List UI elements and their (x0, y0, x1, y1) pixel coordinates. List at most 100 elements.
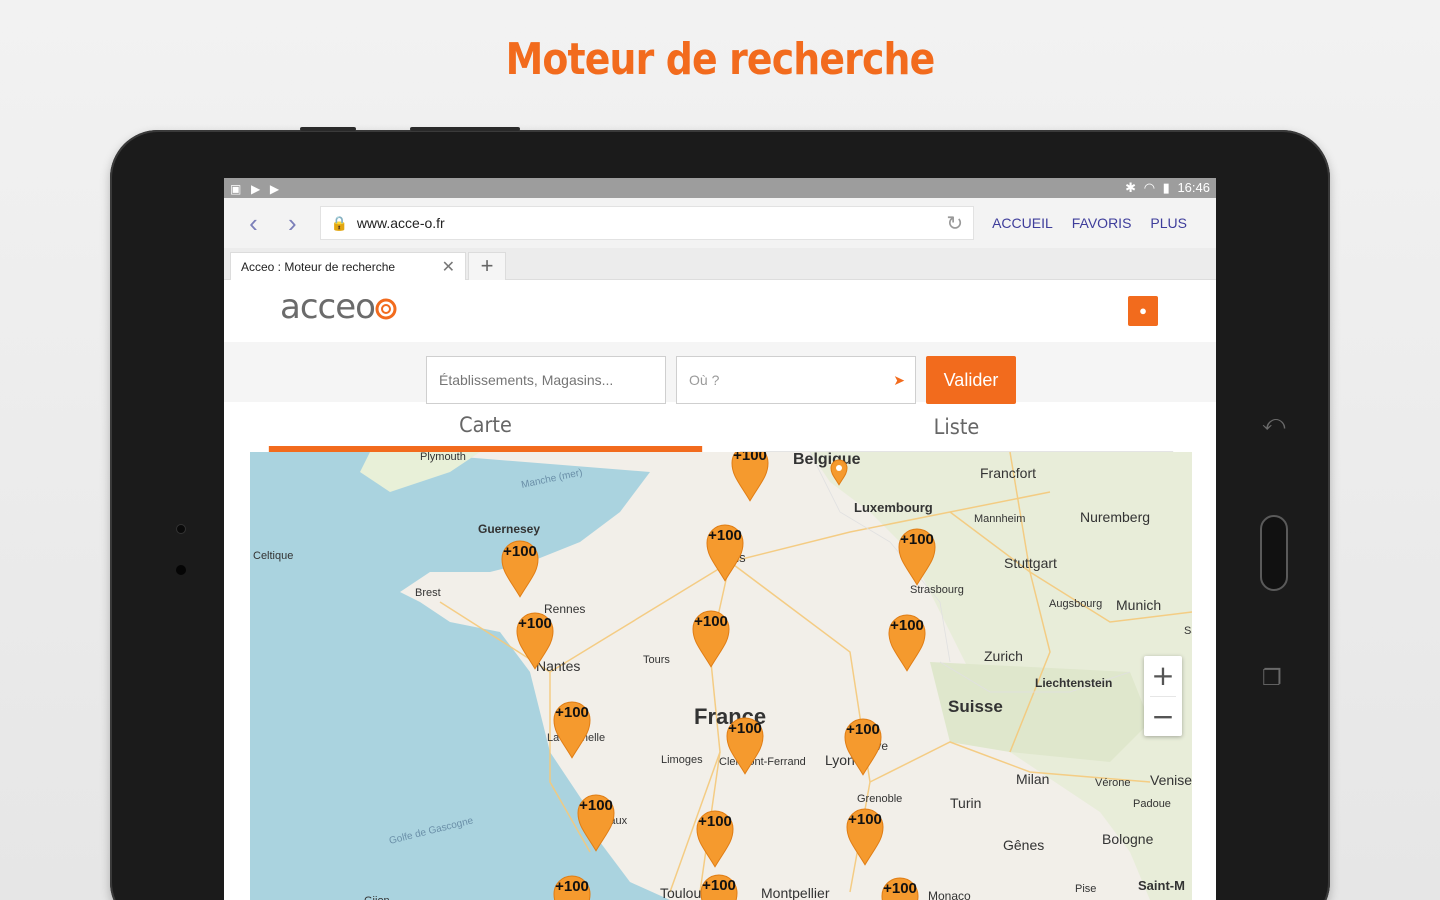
menu-favoris[interactable]: FAVORIS (1072, 215, 1132, 231)
cluster-count: +100 (555, 878, 589, 895)
map-label: Guernesey (478, 522, 540, 536)
url-text[interactable]: www.acce-o.fr (357, 215, 947, 231)
map-label: Liechtenstein (1035, 676, 1112, 690)
lock-icon: 🔒 (330, 214, 349, 231)
map-label: Turin (950, 795, 981, 811)
map-label: Montpellier (761, 885, 830, 900)
browser-tabs: Acceo : Moteur de recherche ✕ + (224, 248, 1216, 280)
menu-accueil[interactable]: ACCUEIL (992, 215, 1053, 231)
user-account-button[interactable]: ● (1128, 296, 1158, 326)
map-label: Limoges (661, 754, 703, 766)
search-bar: Où ? ➤ Valider (224, 342, 1216, 404)
map-label: Tours (643, 654, 670, 666)
back-key-icon[interactable]: ⤺ (1262, 410, 1286, 436)
map-label: Zurich (984, 648, 1023, 664)
map-label: Saint-M (1138, 878, 1185, 893)
cluster-count: +100 (518, 615, 552, 632)
map-label: Augsbourg (1049, 598, 1102, 610)
map-label: Padoue (1133, 798, 1171, 810)
cluster-marker[interactable]: +100 (881, 877, 919, 900)
bluetooth-icon: ✱ (1125, 180, 1137, 195)
recent-apps-icon[interactable]: ❐ (1262, 665, 1282, 691)
map-label: Sa (1184, 625, 1192, 637)
submit-search-button[interactable]: Valider (926, 356, 1016, 404)
map-label: Rennes (544, 602, 585, 616)
tab-carte[interactable]: Carte (268, 402, 703, 452)
location-search-input[interactable]: Où ? ➤ (676, 356, 916, 404)
map-label: Milan (1016, 771, 1049, 787)
map-label: Celtique (253, 550, 293, 562)
tab-title: Acceo : Moteur de recherche (241, 259, 396, 274)
map-label: Clermont-Ferrand (719, 756, 806, 768)
acceo-logo[interactable]: acceo (280, 287, 402, 331)
play-store-icon-2: ▶ (269, 181, 280, 196)
clock: 16:46 (1177, 180, 1210, 195)
map-label: Venise (1150, 772, 1192, 788)
back-button[interactable]: ‹ (234, 208, 273, 239)
locate-me-icon[interactable]: ➤ (893, 357, 905, 403)
browser-toolbar: ‹ › 🔒 www.acce-o.fr ↻ ACCUEIL FAVORIS PL… (224, 198, 1216, 248)
play-store-icon: ▶ (250, 181, 261, 196)
menu-plus[interactable]: PLUS (1150, 215, 1187, 231)
cluster-count: +100 (698, 813, 732, 830)
forward-button[interactable]: › (273, 208, 312, 239)
map-label: Grenoble (857, 793, 902, 805)
map-label: Francfort (980, 465, 1036, 481)
reload-icon[interactable]: ↻ (946, 211, 963, 236)
wifi-icon: ◠ (1143, 180, 1156, 195)
map-label: Mannheim (974, 513, 1025, 525)
zoom-in-button[interactable]: + (1144, 656, 1182, 696)
map-label: Stuttgart (1004, 555, 1057, 571)
map-label: Brest (415, 587, 441, 599)
new-tab-button[interactable]: + (468, 252, 506, 280)
map-label: Luxembourg (854, 500, 933, 515)
establishment-search-input[interactable] (426, 356, 666, 404)
map-label: Strasbourg (910, 584, 964, 596)
cluster-count: +100 (694, 613, 728, 630)
cluster-count: +100 (503, 543, 537, 560)
map-label: Suisse (948, 697, 1003, 716)
tab-liste[interactable]: Liste (739, 402, 1174, 452)
home-button[interactable] (1260, 515, 1288, 591)
map-canvas[interactable]: PlymouthManche (mer)BelgiqueFrancfortLux… (250, 452, 1192, 900)
map-label: Nantes (536, 658, 580, 674)
zoom-control: + − (1144, 656, 1182, 736)
map-view[interactable]: Plymouth Manche (mer) Belgique Francfort Lux… (250, 452, 1192, 900)
map-label: Nuremberg (1080, 509, 1150, 525)
gallery-icon: ▣ (230, 181, 242, 196)
map-label: Gênes (1003, 837, 1044, 853)
cluster-count: +100 (848, 811, 882, 828)
cluster-marker[interactable]: +100 (553, 875, 591, 900)
cluster-count: +100 (890, 617, 924, 634)
address-bar[interactable]: 🔒 www.acce-o.fr ↻ (319, 206, 975, 240)
zoom-out-button[interactable]: − (1144, 697, 1182, 737)
map-label: Plymouth (420, 452, 466, 463)
map-label: Vérone (1095, 777, 1130, 789)
cluster-count: +100 (555, 704, 589, 721)
camera-icon (176, 524, 186, 534)
location-placeholder: Où ? (689, 372, 720, 388)
user-icon: ● (1139, 303, 1147, 318)
map-label: Monaco (928, 889, 971, 900)
site-header: acceo ● (224, 280, 1216, 342)
close-tab-icon[interactable]: ✕ (442, 257, 455, 277)
logo-text: acceo (280, 290, 375, 326)
device-screen: ▣ ▶ ▶ ✱ ◠ ▮ 16:46 ‹ › 🔒 www.acce-o.fr ↻ … (224, 178, 1216, 900)
map-label: Belgique (793, 452, 861, 468)
browser-tab[interactable]: Acceo : Moteur de recherche ✕ (230, 252, 466, 280)
cluster-count: +100 (846, 721, 880, 738)
cluster-count: +100 (702, 877, 736, 894)
status-bar: ▣ ▶ ▶ ✱ ◠ ▮ 16:46 (224, 178, 1216, 198)
cluster-count: +100 (883, 880, 917, 897)
map-label: Gijon (364, 895, 390, 900)
cluster-count: +100 (579, 797, 613, 814)
map-label: Pise (1075, 883, 1096, 895)
cluster-marker[interactable]: +100 (700, 874, 738, 900)
map-label: Munich (1116, 597, 1161, 613)
cluster-count: +100 (708, 527, 742, 544)
page-headline: Moteur de recherche (505, 34, 936, 85)
sensor-icon (176, 565, 186, 575)
view-tabs: Carte Liste (250, 402, 1192, 452)
map-label: Bologne (1102, 831, 1154, 847)
cluster-count: +100 (900, 531, 934, 548)
